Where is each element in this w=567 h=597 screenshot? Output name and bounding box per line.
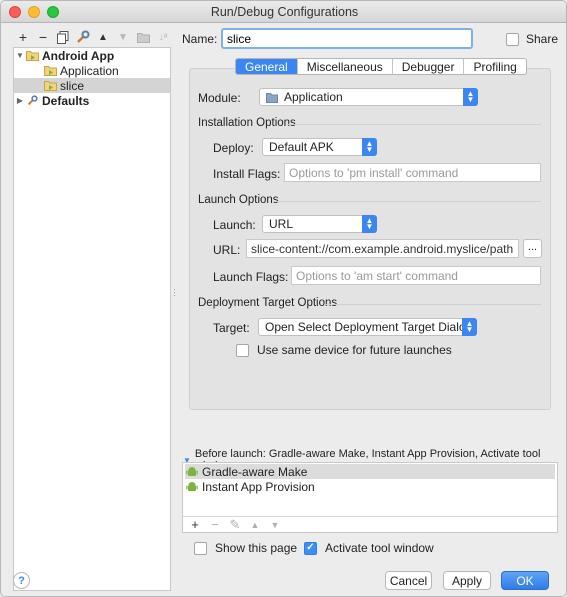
window-title: Run/Debug Configurations xyxy=(210,5,359,19)
section-divider xyxy=(326,304,541,305)
section-divider xyxy=(286,124,541,125)
launch-label: Launch: xyxy=(213,218,256,232)
move-up-icon[interactable]: ▲ xyxy=(93,28,113,46)
config-tabs: General Miscellaneous Debugger Profiling xyxy=(235,58,527,75)
run-debug-window: Run/Debug Configurations + − ▲ ▼ ↓ᵃ ▼ An… xyxy=(0,0,567,597)
same-device-label: Use same device for future launches xyxy=(257,343,452,357)
module-value: Application xyxy=(284,90,343,104)
share-label: Share xyxy=(526,32,559,46)
tab-miscellaneous[interactable]: Miscellaneous xyxy=(296,59,392,74)
tab-debugger[interactable]: Debugger xyxy=(391,59,464,74)
tree-item-label: slice xyxy=(60,78,85,93)
target-select[interactable]: Open Select Deployment Target Dialog ▲ ▼ xyxy=(258,318,477,336)
android-config-icon xyxy=(44,81,57,91)
show-page-label: Show this page xyxy=(215,541,298,555)
copy-icon[interactable] xyxy=(53,28,73,46)
chevron-updown-icon: ▲ ▼ xyxy=(362,215,377,233)
target-value: Open Select Deployment Target Dialog xyxy=(265,320,473,334)
tree-item-defaults[interactable]: ▶ Defaults xyxy=(14,93,170,108)
launch-flags-input[interactable]: Options to 'am start' command xyxy=(291,266,541,285)
remove-icon[interactable]: − xyxy=(33,28,53,46)
url-label: URL: xyxy=(213,243,241,257)
list-item-label: Instant App Provision xyxy=(202,479,315,494)
list-item[interactable]: Gradle-aware Make xyxy=(185,464,555,479)
android-icon xyxy=(186,481,198,491)
tree-item-slice[interactable]: slice xyxy=(14,78,170,93)
help-button[interactable]: ? xyxy=(13,572,30,589)
section-divider xyxy=(273,201,541,202)
splitter-handle[interactable]: · · · xyxy=(173,285,177,300)
activate-tool-window-checkbox[interactable]: ✓ Activate tool window xyxy=(304,541,434,555)
name-input[interactable] xyxy=(221,28,473,49)
folder-run-icon xyxy=(26,51,39,61)
android-config-icon xyxy=(44,66,57,76)
tree-item-label: Defaults xyxy=(42,93,90,108)
move-down-icon: ▼ xyxy=(118,31,128,43)
target-label: Target: xyxy=(213,321,250,335)
edit-icon: ✎ xyxy=(229,516,241,532)
launch-select[interactable]: URL ▲ ▼ xyxy=(262,215,377,233)
ok-button[interactable]: OK xyxy=(501,571,549,590)
sort-icon: ↓ᵃ xyxy=(158,31,168,43)
move-down-icon: ▼ xyxy=(270,519,280,530)
list-item-label: Gradle-aware Make xyxy=(202,464,308,479)
tree-item-application[interactable]: Application xyxy=(14,63,170,78)
module-label: Module: xyxy=(198,91,241,105)
share-checkbox-box[interactable] xyxy=(506,32,519,46)
activate-tool-window-label: Activate tool window xyxy=(325,541,434,555)
launch-section-title: Launch Options xyxy=(198,194,279,206)
configurations-tree: ▼ Android App Application slice ▶ Defaul… xyxy=(13,47,171,591)
show-page-checkbox-box[interactable] xyxy=(194,541,207,555)
tab-profiling[interactable]: Profiling xyxy=(463,59,525,74)
same-device-checkbox[interactable]: Use same device for future launches xyxy=(236,343,452,357)
installation-section-title: Installation Options xyxy=(198,117,296,129)
add-icon[interactable]: + xyxy=(188,517,202,532)
show-page-checkbox[interactable]: Show this page xyxy=(194,541,297,555)
launch-flags-label: Launch Flags: xyxy=(213,270,289,284)
deploy-value: Default APK xyxy=(269,140,334,154)
url-input[interactable]: slice-content://com.example.android.mysl… xyxy=(246,239,519,258)
configurations-toolbar: + − ▲ ▼ ↓ᵃ xyxy=(13,27,173,47)
apply-button[interactable]: Apply xyxy=(443,571,491,590)
tab-general[interactable]: General xyxy=(236,59,297,74)
url-browse-button[interactable]: ... xyxy=(523,239,542,258)
android-icon xyxy=(186,466,198,476)
cancel-button[interactable]: Cancel xyxy=(385,571,432,590)
title-bar: Run/Debug Configurations xyxy=(1,1,566,23)
chevron-updown-icon: ▲ ▼ xyxy=(463,88,478,106)
folder-icon xyxy=(133,28,153,46)
launch-value: URL xyxy=(269,217,294,231)
tree-item-android-app[interactable]: ▼ Android App xyxy=(14,48,170,63)
collapse-arrow-icon[interactable]: ▶ xyxy=(14,96,26,105)
before-launch-list: Gradle-aware Make Instant App Provision … xyxy=(182,462,558,533)
tree-item-label: Application xyxy=(60,63,119,78)
tree-item-label: Android App xyxy=(42,48,115,63)
chevron-updown-icon: ▲ ▼ xyxy=(362,138,377,156)
add-icon[interactable]: + xyxy=(13,28,33,46)
before-launch-toolbar: + − ✎ ▲ ▼ xyxy=(183,516,557,532)
deploy-label: Deploy: xyxy=(213,141,254,155)
same-device-checkbox-box[interactable] xyxy=(236,343,249,357)
module-folder-icon xyxy=(266,92,278,103)
remove-icon: − xyxy=(211,517,219,532)
deploy-select[interactable]: Default APK ▲ ▼ xyxy=(262,138,377,156)
wrench-icon[interactable] xyxy=(73,28,93,46)
module-select[interactable]: Application ▲ ▼ xyxy=(259,88,478,106)
chevron-updown-icon: ▲ ▼ xyxy=(462,318,477,336)
install-flags-input[interactable]: Options to 'pm install' command xyxy=(284,163,541,182)
share-checkbox[interactable]: Share xyxy=(506,32,558,46)
wrench-icon xyxy=(27,95,38,106)
check-icon[interactable]: ✓ xyxy=(304,541,317,555)
expand-arrow-icon[interactable]: ▼ xyxy=(14,51,26,60)
move-up-icon: ▲ xyxy=(250,519,260,530)
list-item[interactable]: Instant App Provision xyxy=(185,479,315,494)
deployment-section-title: Deployment Target Options xyxy=(198,297,338,309)
name-label: Name: xyxy=(182,32,218,46)
install-flags-label: Install Flags: xyxy=(213,167,281,181)
